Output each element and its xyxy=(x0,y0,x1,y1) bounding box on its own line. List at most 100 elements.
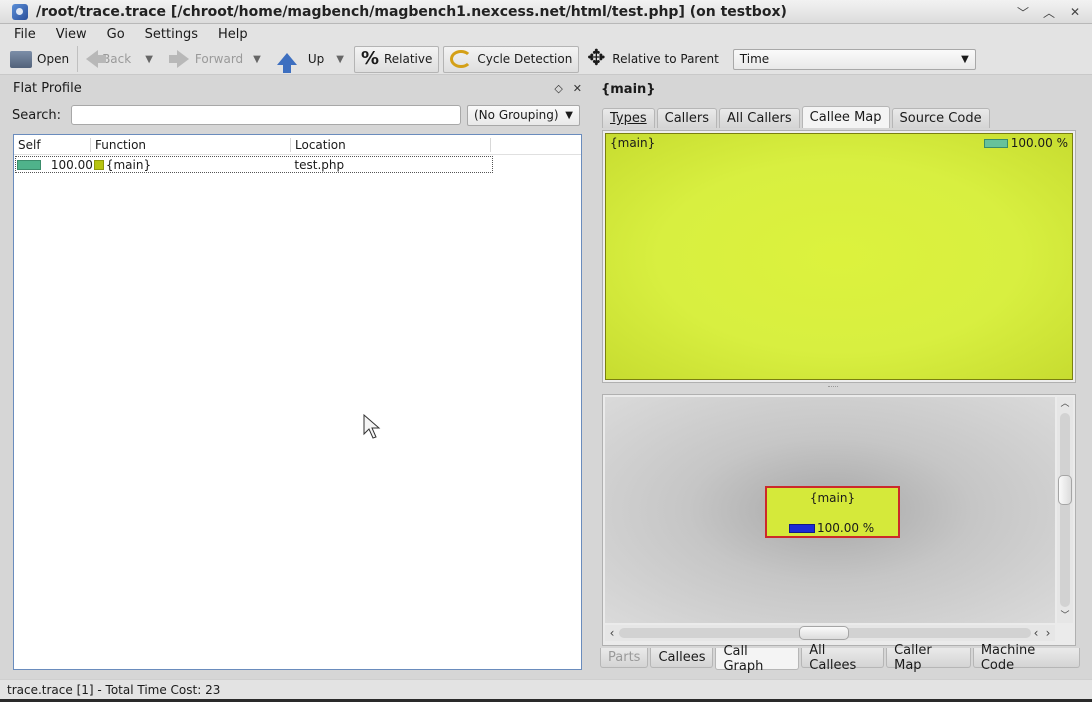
folder-icon xyxy=(10,50,32,68)
chevron-down-icon: ▼ xyxy=(961,53,969,65)
search-input[interactable] xyxy=(71,105,461,125)
back-label: Back xyxy=(102,52,132,66)
menu-help[interactable]: Help xyxy=(211,27,255,42)
tab-source-code[interactable]: Source Code xyxy=(891,108,990,128)
chevron-down-icon: ▼ xyxy=(565,109,573,121)
window-controls: ﹀ ︿ ✕ xyxy=(1012,3,1086,21)
tab-parts[interactable]: Parts xyxy=(600,648,649,668)
tab-caller-map[interactable]: Caller Map xyxy=(886,643,971,673)
call-graph-node[interactable]: {main} 100.00 % xyxy=(765,486,900,538)
column-header-function[interactable]: Function xyxy=(91,137,291,152)
forward-button[interactable]: Forward ▼ xyxy=(163,46,271,73)
dock-title: Flat Profile xyxy=(13,80,82,96)
relative-button[interactable]: % Relative xyxy=(353,45,440,73)
event-type-value: Time xyxy=(739,52,770,66)
tab-machine-code[interactable]: Machine Code xyxy=(972,643,1081,673)
move-arrows-icon: ✥ xyxy=(587,46,606,71)
cycle-detection-label: Cycle Detection xyxy=(477,52,573,66)
forward-arrow-icon xyxy=(168,50,189,68)
horizontal-scroll-thumb[interactable] xyxy=(799,626,849,640)
maximize-icon[interactable]: ︿ xyxy=(1038,3,1060,21)
callee-map-box[interactable]: {main} 100.00 % xyxy=(605,133,1073,380)
row-location: test.php xyxy=(294,157,345,172)
minimize-icon[interactable]: ﹀ xyxy=(1012,3,1034,21)
tab-types[interactable]: Types xyxy=(602,108,655,128)
dock-title-bar: Flat Profile ◇ ✕ xyxy=(8,78,586,98)
window-title: /root/trace.trace [/chroot/home/magbench… xyxy=(36,3,787,20)
cycle-icon xyxy=(450,50,473,68)
horizontal-scrollbar[interactable]: ‹ ‹ › xyxy=(605,625,1055,641)
column-header-location[interactable]: Location xyxy=(291,137,491,152)
grouping-value: (No Grouping) xyxy=(474,108,559,122)
up-arrow-icon xyxy=(276,53,297,73)
relative-label: Relative xyxy=(383,52,433,66)
column-header-self[interactable]: Self xyxy=(14,137,91,152)
vertical-scroll-track xyxy=(1060,413,1070,607)
back-button[interactable]: Back ▼ xyxy=(80,46,163,73)
back-arrow-icon xyxy=(86,50,107,68)
tab-all-callees[interactable]: All Callees xyxy=(801,643,885,673)
percent-bar xyxy=(983,138,1008,148)
menu-bar: File View Go Settings Help xyxy=(0,24,1092,44)
profile-list[interactable]: Self Function Location 100.00 {main} tes… xyxy=(13,134,582,670)
chevron-down-icon[interactable]: ▼ xyxy=(336,54,344,65)
up-label: Up xyxy=(307,52,325,66)
callee-map-percent-value: 100.00 % xyxy=(1010,136,1068,150)
menu-view[interactable]: View xyxy=(49,27,94,42)
cycle-detection-button[interactable]: Cycle Detection xyxy=(443,45,580,73)
float-icon[interactable]: ◇ xyxy=(554,82,562,95)
vertical-scroll-thumb[interactable] xyxy=(1058,475,1072,505)
search-row: Search: (No Grouping) ▼ xyxy=(8,104,586,126)
callee-map-percent: 100.00 % xyxy=(983,136,1068,150)
list-header: Self Function Location xyxy=(14,135,581,155)
call-graph-view[interactable]: {main} 100.00 % ︿ ﹀ ‹ ‹ › xyxy=(602,394,1076,646)
tab-call-graph[interactable]: Call Graph xyxy=(715,644,800,674)
open-button[interactable]: Open xyxy=(4,46,75,73)
open-label: Open xyxy=(37,52,70,66)
close-icon[interactable]: ✕ xyxy=(573,82,582,95)
table-row[interactable]: 100.00 {main} test.php xyxy=(15,156,493,173)
self-cost-bar xyxy=(17,159,41,170)
callee-map-view[interactable]: {main} 100.00 % xyxy=(602,130,1076,383)
tab-all-callers[interactable]: All Callers xyxy=(719,108,800,128)
relative-to-parent-button[interactable]: ✥ Relative to Parent xyxy=(579,46,724,73)
chevron-down-icon[interactable]: ▼ xyxy=(145,54,153,65)
scroll-left-icon[interactable]: ‹ xyxy=(605,625,619,641)
lower-tab-bar: Parts Callees Call Graph All Callees Cal… xyxy=(600,643,1082,674)
row-function-cell: {main} xyxy=(93,158,293,172)
event-type-select[interactable]: Time ▼ xyxy=(732,48,976,70)
detail-panel: {main} Types Callers All Callers Callee … xyxy=(598,78,1082,674)
row-function-name: {main} xyxy=(105,157,152,172)
menu-go[interactable]: Go xyxy=(100,27,132,42)
tab-types-label: Types xyxy=(610,111,647,126)
node-label: {main} xyxy=(809,491,856,505)
tab-callees[interactable]: Callees xyxy=(650,648,714,668)
app-icon xyxy=(12,3,28,20)
tab-callee-map[interactable]: Callee Map xyxy=(801,106,890,128)
up-button[interactable]: Up ▼ xyxy=(271,46,354,73)
selected-function-title: {main} xyxy=(601,82,656,97)
row-self-value: 100.00 xyxy=(50,157,93,172)
search-label: Search: xyxy=(12,107,62,123)
call-graph-canvas[interactable]: {main} 100.00 % xyxy=(605,397,1055,623)
status-text: trace.trace [1] - Total Time Cost: 23 xyxy=(7,682,221,697)
tab-callers[interactable]: Callers xyxy=(656,108,718,128)
forward-label: Forward xyxy=(194,52,244,66)
node-percent: 100.00 % xyxy=(789,521,874,535)
chevron-down-icon[interactable]: ▼ xyxy=(253,54,261,65)
vertical-scrollbar[interactable]: ︿ ﹀ xyxy=(1057,397,1073,623)
title-bar: /root/trace.trace [/chroot/home/magbench… xyxy=(0,0,1092,24)
splitter-handle[interactable] xyxy=(828,386,838,390)
scroll-down-icon[interactable]: ﹀ xyxy=(1057,609,1073,623)
relative-to-parent-label: Relative to Parent xyxy=(612,52,719,66)
callee-map-label: {main} xyxy=(610,136,656,150)
node-percent-bar xyxy=(789,523,815,533)
scroll-right-icon[interactable]: › xyxy=(1041,625,1055,641)
percent-icon: % xyxy=(360,48,380,69)
scroll-up-icon[interactable]: ︿ xyxy=(1057,397,1073,411)
menu-settings[interactable]: Settings xyxy=(138,27,205,42)
menu-file[interactable]: File xyxy=(7,27,43,42)
close-icon[interactable]: ✕ xyxy=(1064,3,1086,21)
upper-tab-bar: Types Callers All Callers Callee Map Sou… xyxy=(602,106,992,128)
grouping-select[interactable]: (No Grouping) ▼ xyxy=(467,104,580,126)
